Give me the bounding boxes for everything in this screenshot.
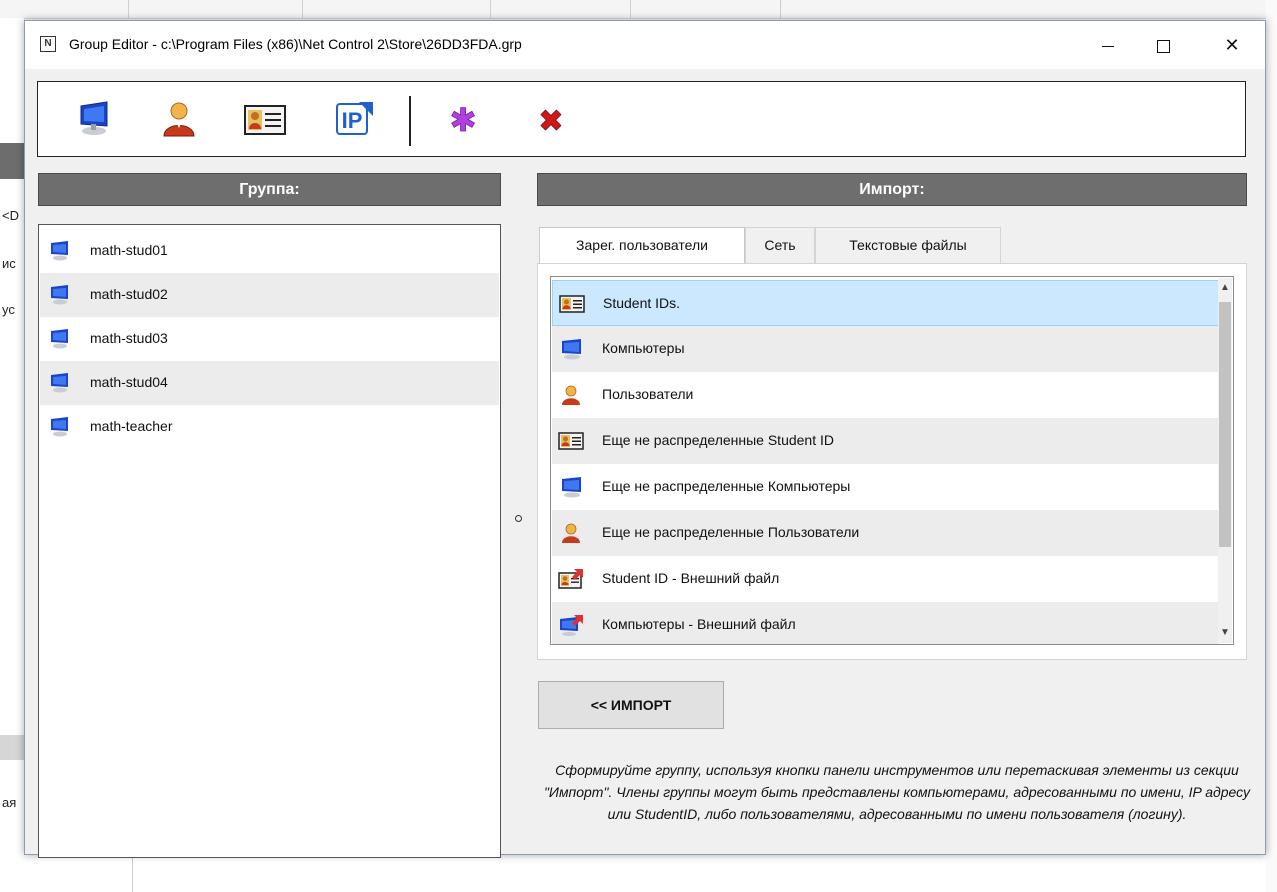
import-item-label: Student ID - Внешний файл [602,570,780,586]
monitor-external-icon [560,615,583,636]
id-card-icon [559,295,585,313]
import-list[interactable]: Student IDs. Компьютеры Пользователи Еще… [550,276,1234,645]
background-bottom-divider [132,855,133,892]
background-left-dark-bar [0,143,24,179]
tab-registered-users[interactable]: Зарег. пользователи [539,227,745,264]
group-editor-window: N Group Editor - c:\Program Files (x86)\… [24,20,1266,858]
background-header-strip [0,0,1277,19]
window-title: Group Editor - c:\Program Files (x86)\Ne… [69,36,522,52]
background-bottom-area [0,855,1277,892]
close-icon: ✕ [1224,35,1240,55]
group-item[interactable]: math-stud02 [40,273,499,317]
import-item-label: Пользователи [602,386,694,402]
monitor-icon [51,417,68,437]
import-item-label: Student IDs. [603,295,681,311]
group-item-label: math-stud04 [90,374,168,390]
add-student-id-button[interactable] [243,100,286,138]
asterisk-icon: ✱ [449,101,477,140]
svg-text:✖: ✖ [538,104,563,138]
hint-text: Сформируйте группу, используя кнопки пан… [543,762,1251,822]
svg-text:IP: IP [342,108,363,133]
title-bar[interactable]: N Group Editor - c:\Program Files (x86)\… [25,21,1265,69]
import-button[interactable]: << ИМПОРТ [538,681,724,729]
id-card-external-icon [558,569,583,589]
maximize-button[interactable] [1140,21,1186,69]
import-item-label: Еще не распределенные Пользователи [602,524,860,540]
import-header: Импорт: [537,173,1247,206]
background-column-divider [302,0,303,18]
maximize-icon [1156,39,1170,53]
add-user-button[interactable] [159,100,199,138]
toolbar-separator [409,96,411,146]
id-card-icon [244,105,286,135]
group-item-label: math-stud03 [90,330,168,346]
import-item[interactable]: Еще не распределенные Student ID [552,418,1219,464]
monitor-icon [80,101,108,135]
monitor-icon [51,285,68,305]
background-left-scroll-bar [0,735,24,760]
id-card-icon [558,432,584,450]
background-text-fragment: ая [2,795,17,810]
tab-network[interactable]: Сеть [745,227,815,263]
delete-icon: ✖ [538,104,564,140]
group-item[interactable]: math-stud04 [40,361,499,405]
add-computer-button[interactable] [73,100,113,138]
close-button[interactable]: ✕ [1209,21,1255,69]
monitor-icon [562,477,581,498]
tab-text-files[interactable]: Текстовые файлы [815,227,1001,263]
monitor-icon [51,241,68,261]
import-item-label: Компьютеры [602,340,685,356]
wildcard-button[interactable]: ✱ [443,100,483,140]
background-column-divider [630,0,631,18]
scroll-up-icon[interactable]: ▲ [1218,278,1232,298]
group-header: Группа: [38,173,501,206]
add-ip-button[interactable]: IP [335,100,375,138]
user-icon [562,385,580,405]
background-column-divider [780,0,781,18]
background-text-fragment: <D [2,208,19,223]
import-item-label: Еще не распределенные Компьютеры [602,478,851,494]
import-item[interactable]: Еще не распределенные Пользователи [552,510,1219,556]
ip-icon: IP [336,102,373,135]
group-item-label: math-stud02 [90,286,168,302]
import-item-label: Еще не распределенные Student ID [602,432,834,448]
group-item-label: math-teacher [90,418,173,434]
background-right-edge [1266,0,1277,892]
group-item[interactable]: math-stud01 [40,229,499,273]
background-column-divider [490,0,491,18]
import-item[interactable]: Student IDs. [552,280,1219,326]
import-item[interactable]: Пользователи [552,372,1219,418]
monitor-icon [51,373,68,393]
monitor-icon [562,339,581,360]
toolbar: IP ✱ ✖ [37,81,1246,157]
delete-button[interactable]: ✖ [531,100,571,140]
import-item[interactable]: Компьютеры [552,326,1219,372]
import-tab-panel: Student IDs. Компьютеры Пользователи Еще… [537,263,1247,660]
scroll-down-icon[interactable]: ▼ [1218,623,1232,643]
import-item-label: Компьютеры - Внешний файл [602,616,796,632]
splitter-handle[interactable] [515,515,522,522]
user-icon [562,523,580,543]
group-list[interactable]: math-stud01 math-stud02 math-stud03 math… [38,224,501,858]
group-item[interactable]: math-teacher [40,405,499,449]
import-item[interactable]: Еще не распределенные Компьютеры [552,464,1219,510]
monitor-icon [51,329,68,349]
svg-text:✱: ✱ [450,101,477,138]
background-text-fragment: ус [2,302,15,317]
background-column-divider [128,0,129,18]
import-item[interactable]: Student ID - Внешний файл [552,556,1219,602]
app-icon: N [40,36,56,52]
background-text-fragment: ис [2,256,16,271]
import-item[interactable]: Компьютеры - Внешний файл [552,602,1219,644]
user-icon [163,102,195,137]
minimize-button[interactable] [1085,21,1131,69]
group-item[interactable]: math-stud03 [40,317,499,361]
import-list-scrollbar[interactable]: ▲ ▼ [1218,278,1232,643]
minimize-icon [1102,45,1114,47]
scrollbar-thumb[interactable] [1219,302,1231,547]
group-item-label: math-stud01 [90,242,168,258]
